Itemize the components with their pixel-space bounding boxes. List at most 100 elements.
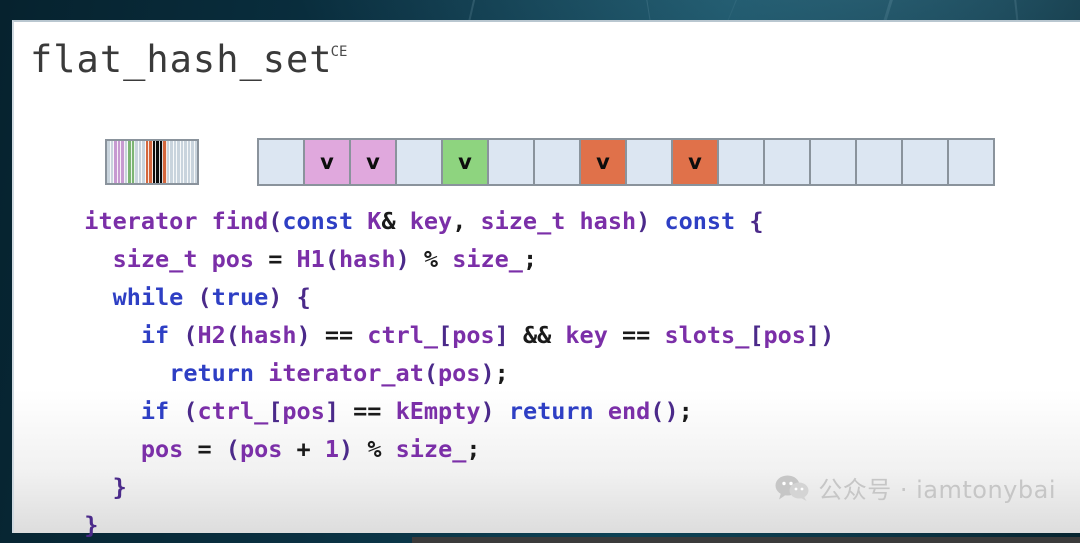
code-token: ( [183, 397, 198, 425]
slot-cell [901, 138, 949, 186]
control-byte-stripe [194, 141, 197, 183]
code-token: H1 [282, 245, 325, 273]
code-token: ) [395, 245, 410, 273]
code-line: return iterator_at(pos); [14, 354, 1080, 392]
page-title-text: flat_hash_set [30, 38, 333, 81]
control-bytes-block [105, 139, 199, 185]
code-token: end [593, 397, 651, 425]
slot-cell [487, 138, 535, 186]
code-token: } [112, 473, 127, 501]
slot-cell: v [441, 138, 489, 186]
code-token: ctrl_ [367, 321, 439, 349]
code-token: + [282, 435, 325, 463]
code-token: ; [466, 435, 481, 463]
code-token: ( [225, 321, 240, 349]
code-token: key [565, 321, 608, 349]
slot-cell [625, 138, 673, 186]
code-token: size_ [395, 435, 467, 463]
slot-cell: v [303, 138, 351, 186]
code-token: true [211, 283, 269, 311]
code-token: iterator_at [254, 359, 424, 387]
code-token: & [381, 207, 396, 235]
code-token: [ [749, 321, 764, 349]
code-token: pos [239, 435, 283, 463]
code-token: hash [339, 245, 396, 273]
code-token: ) [268, 283, 283, 311]
code-line: size_t pos = H1(hash) % size_; [14, 240, 1080, 278]
code-token: return [169, 359, 255, 387]
code-line: if (H2(hash) == ctrl_[pos] && key == slo… [14, 316, 1080, 354]
watermark: 公众号 · iamtonybai [775, 470, 1056, 505]
code-token: if [140, 397, 170, 425]
slide-panel: flat_hash_setCE vvvvv iterator find(cons… [12, 20, 1080, 539]
code-token: = [197, 435, 212, 463]
code-token: ( [423, 359, 439, 387]
code-token: const [664, 207, 736, 235]
hashtable-diagram: vvvvv [14, 125, 1080, 195]
code-token: = [268, 245, 283, 273]
code-token: key [395, 207, 453, 235]
code-token: ; [678, 397, 693, 425]
code-token: () [650, 397, 679, 425]
code-line: pos = (pos + 1) % size_; [14, 430, 1080, 468]
code-token: && [508, 321, 566, 349]
code-token: pos [438, 359, 481, 387]
code-token: % [409, 245, 453, 273]
code-token: return [508, 397, 594, 425]
code-token: ; [494, 359, 509, 387]
slot-cell: v [579, 138, 627, 186]
code-token: kEmpty [395, 397, 481, 425]
code-token: hash [239, 321, 297, 349]
code-token: K [353, 207, 382, 235]
code-token: pos [282, 397, 325, 425]
code-token: ( [225, 435, 240, 463]
code-token: slots_ [664, 321, 750, 349]
playback-progress-bar[interactable] [412, 537, 1080, 543]
code-token: ) [636, 207, 651, 235]
slot-cell [855, 138, 903, 186]
code-token: ) [480, 359, 495, 387]
code-token: ] [494, 321, 509, 349]
code-line: iterator find(const K& key, size_t hash)… [14, 202, 1080, 240]
slot-cell [717, 138, 765, 186]
code-token: size_t pos [56, 245, 269, 273]
code-token: { [749, 207, 764, 235]
code-token: ( [268, 207, 283, 235]
code-token: 1 [324, 435, 340, 463]
code-token: ; [522, 245, 538, 273]
code-line: while (true) { [14, 278, 1080, 316]
code-token: size_t hash [466, 207, 637, 235]
slot-cell [809, 138, 857, 186]
code-token: [ [438, 321, 453, 349]
code-token: ]) [805, 321, 835, 349]
code-line: if (ctrl_[pos] == kEmpty) return end(); [14, 392, 1080, 430]
video-stage: flat_hash_setCE vvvvv iterator find(cons… [0, 0, 1080, 543]
code-token: pos [763, 321, 806, 349]
code-token: ( [183, 321, 198, 349]
code-token: == [310, 321, 368, 349]
watermark-text: 公众号 · iamtonybai [818, 476, 1056, 504]
code-token: ] [324, 397, 340, 425]
code-token: H2 [197, 321, 226, 349]
code-token: pos [452, 321, 495, 349]
page-title-superscript: CE [330, 43, 348, 60]
code-token: if [140, 321, 170, 349]
code-token: const [282, 207, 354, 235]
code-token: == [607, 321, 665, 349]
code-token: size_ [452, 245, 523, 273]
code-token: == [339, 397, 396, 425]
code-token: ) [296, 321, 311, 349]
code-token: iterator find [56, 207, 269, 235]
code-token: , [452, 207, 467, 235]
code-token: ctrl_ [197, 397, 269, 425]
